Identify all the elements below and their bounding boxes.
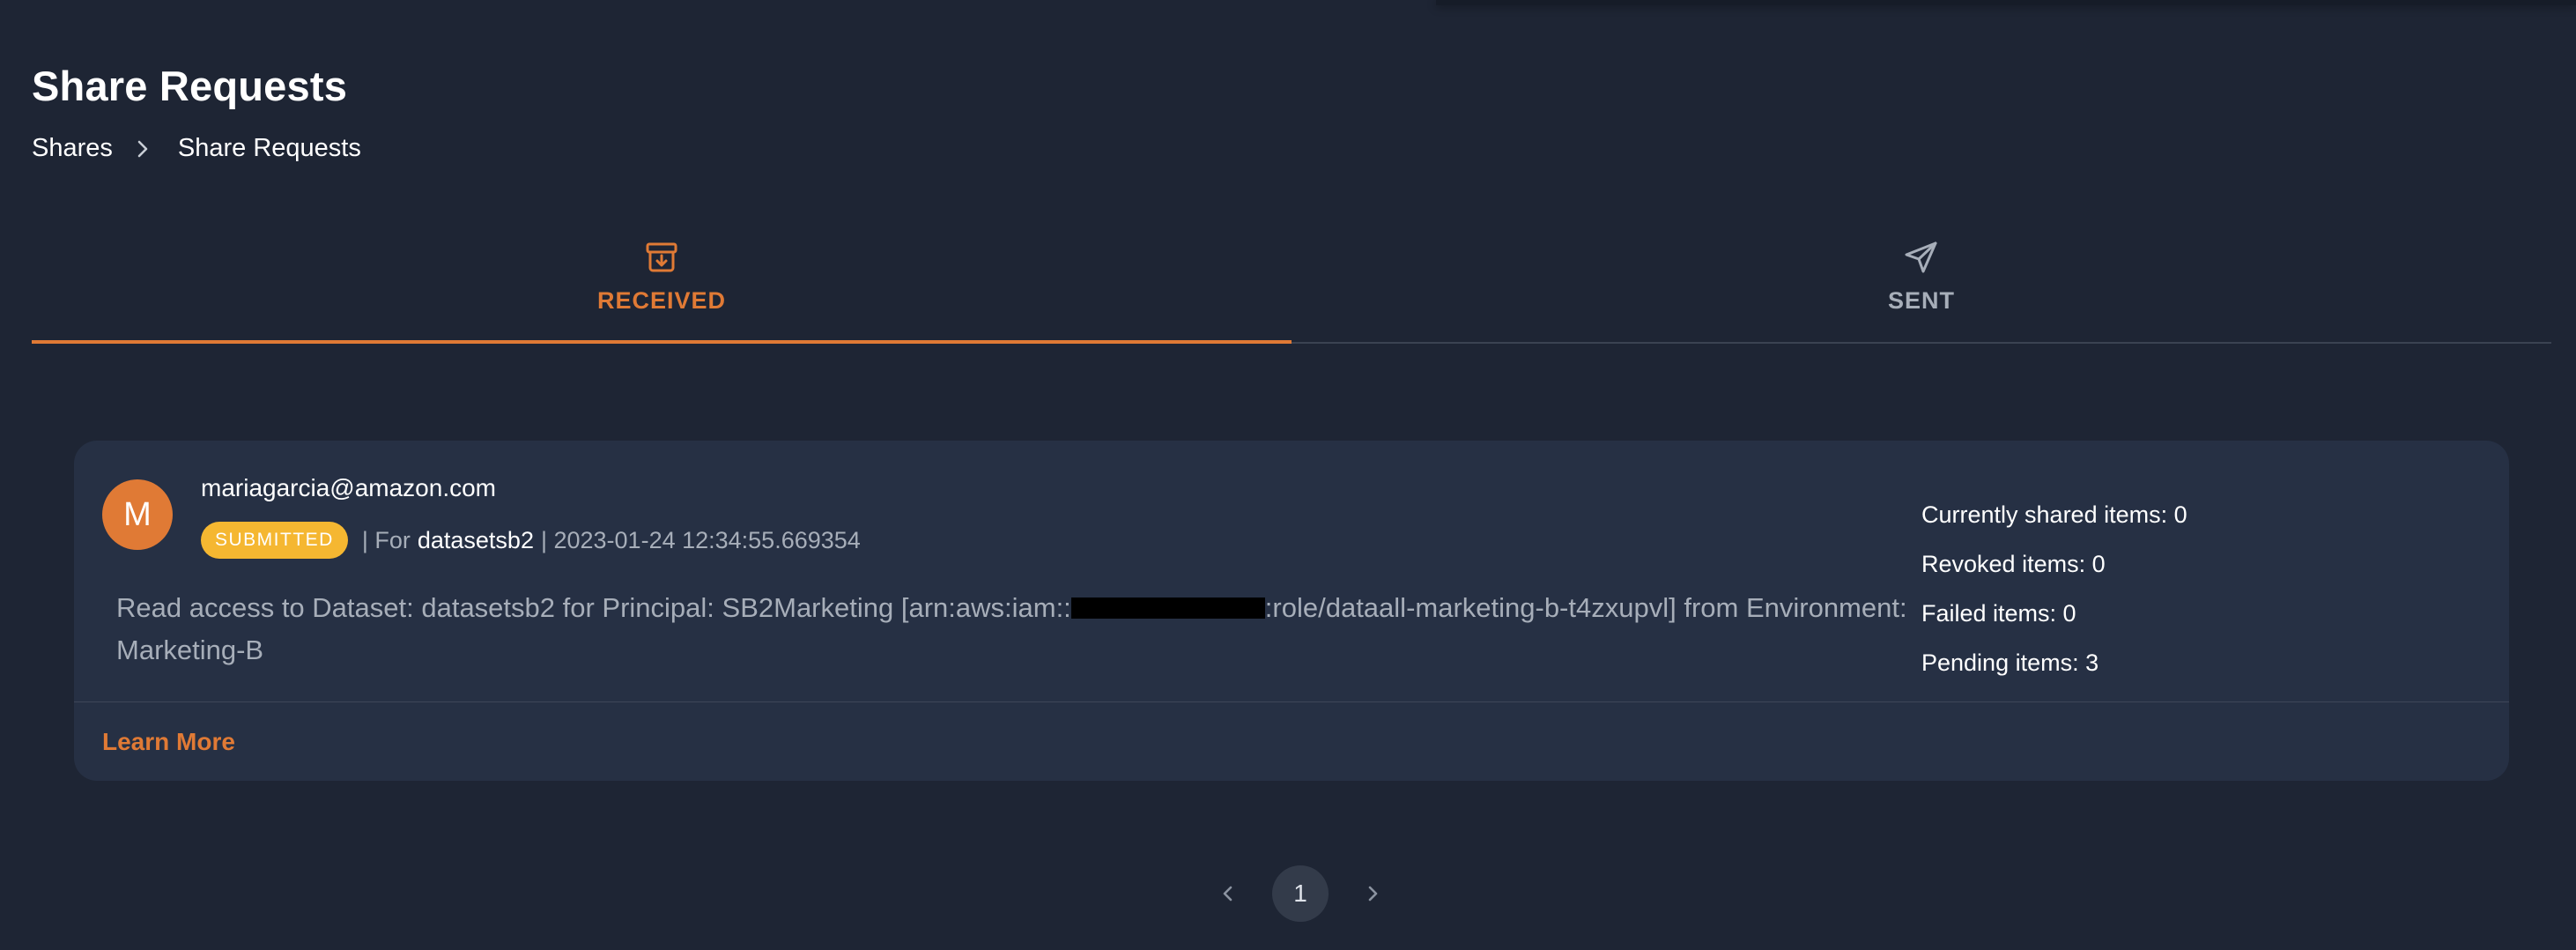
page-number-button[interactable]: 1: [1272, 865, 1329, 922]
tab-received[interactable]: RECEIVED: [32, 231, 1292, 344]
tabs-bar: RECEIVED SENT: [32, 231, 2551, 344]
redacted-account-id: [1070, 597, 1265, 619]
send-icon: [1904, 240, 1939, 275]
stat-pending: Pending items: 3: [1921, 649, 2099, 676]
breadcrumb-current: Share Requests: [177, 134, 361, 162]
stat-failed: Failed items: 0: [1921, 600, 2076, 627]
top-bar-shadow: [1436, 0, 2576, 5]
previous-page-button[interactable]: [1203, 865, 1253, 922]
chevron-left-icon: [1223, 886, 1232, 902]
chevron-right-icon: [136, 139, 150, 159]
share-request-card: M mariagarcia@amazon.com SUBMITTED | For…: [74, 441, 2509, 781]
learn-more-button[interactable]: Learn More: [102, 728, 235, 756]
request-meta: SUBMITTED | For datasetsb2 | 2023-01-24 …: [201, 522, 861, 559]
share-requests-page: Share Requests Shares Share Requests REC…: [0, 0, 2576, 950]
inbox-icon: [645, 240, 678, 275]
stat-currently-shared: Currently shared items: 0: [1921, 501, 2187, 528]
requester-email: mariagarcia@amazon.com: [201, 474, 496, 501]
chevron-right-icon: [1368, 886, 1378, 902]
tab-received-label: RECEIVED: [596, 287, 727, 314]
next-page-button[interactable]: [1348, 865, 1397, 922]
tab-sent-label: SENT: [1887, 287, 1955, 314]
description-start: Read access to Dataset: datasetsb2 for P…: [116, 592, 1071, 623]
pagination: 1: [1203, 865, 1397, 922]
dataset-name: datasetsb2: [417, 526, 534, 553]
page-title: Share Requests: [32, 63, 348, 109]
tab-sent[interactable]: SENT: [1292, 231, 2551, 342]
breadcrumb: Shares Share Requests: [32, 134, 361, 163]
stat-revoked: Revoked items: 0: [1921, 551, 2106, 577]
for-label: | For: [361, 526, 411, 553]
created-timestamp: | 2023-01-24 12:34:55.669354: [540, 526, 861, 553]
request-description: Read access to Dataset: datasetsb2 for P…: [116, 587, 1931, 672]
share-item-stats: Currently shared items: 0 Revoked items:…: [1921, 497, 2187, 694]
breadcrumb-link-shares[interactable]: Shares: [32, 134, 113, 163]
status-badge: SUBMITTED: [201, 522, 348, 559]
avatar: M: [102, 479, 173, 550]
card-divider: [74, 701, 2509, 702]
